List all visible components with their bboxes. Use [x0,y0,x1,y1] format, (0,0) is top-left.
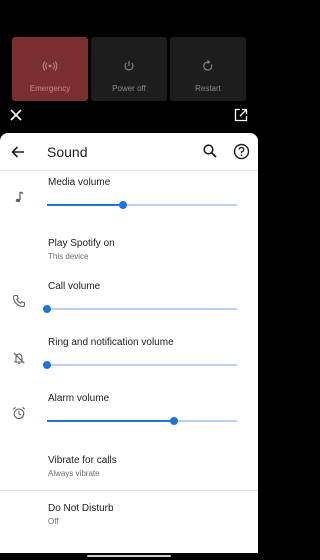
play-media-sub: This device [48,252,89,261]
slider-thumb[interactable] [43,361,51,369]
media-volume-label: Media volume [48,177,111,188]
open-external-icon[interactable] [234,108,248,122]
slider-thumb[interactable] [170,417,179,425]
alarm-clock-icon [12,406,26,420]
dnd-sub: Off [48,517,59,526]
slider-fill [47,204,123,206]
restart-label: Restart [195,84,221,93]
power-icon [91,59,167,73]
navigation-bar [0,553,258,560]
search-icon[interactable] [202,143,218,159]
emergency-label: Emergency [29,84,71,93]
call-volume-label: Call volume [48,281,101,292]
slider-thumb[interactable] [43,305,51,313]
slider-fill [47,420,175,422]
close-icon[interactable] [9,108,23,122]
power-menu: Emergency Power off Restart [0,0,258,132]
slider-track [47,364,237,366]
ring-volume-label: Ring and notification volume [48,337,174,348]
restart-button[interactable]: Restart [170,37,246,101]
music-note-icon [12,190,26,204]
power-off-button[interactable]: Power off [91,37,167,101]
emergency-icon [12,59,88,73]
slider-thumb[interactable] [119,201,127,209]
sound-settings-sheet: Sound Media volume Play Spotify on This … [0,133,258,553]
alarm-volume-label: Alarm volume [48,393,110,404]
restart-icon [170,59,246,73]
alarm-volume-slider[interactable] [47,416,237,426]
phone-icon [12,294,26,308]
divider [0,490,258,491]
ring-volume-slider[interactable] [43,360,237,370]
vibrate-label[interactable]: Vibrate for calls [48,455,117,466]
slider-track [47,308,237,310]
help-icon[interactable] [233,143,250,160]
vibrate-sub: Always vibrate [48,469,100,478]
page-title: Sound [47,144,88,160]
play-media-label[interactable]: Play Spotify on [48,238,115,249]
back-arrow-icon[interactable] [10,144,26,160]
bell-off-icon [12,351,26,365]
dnd-label[interactable]: Do Not Disturb [48,503,114,514]
app-bar: Sound [0,133,258,171]
media-volume-slider[interactable] [47,200,237,210]
power-off-label: Power off [112,84,146,93]
home-handle[interactable] [87,555,171,557]
emergency-button[interactable]: Emergency [12,37,88,101]
call-volume-slider[interactable] [43,304,237,314]
